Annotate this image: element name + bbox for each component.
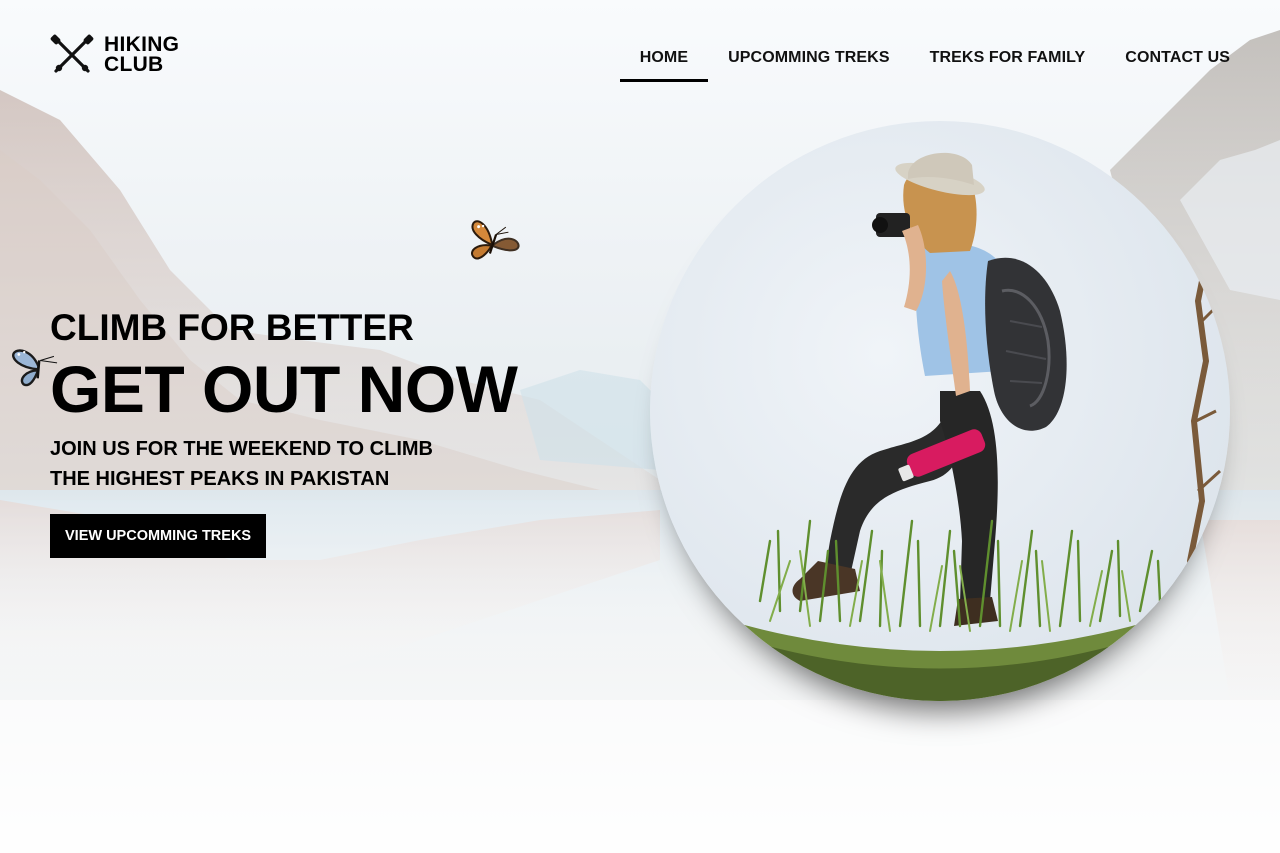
hero-subline-line-2: THE HIGHEST PEAKS IN PAKISTAN xyxy=(50,468,390,490)
butterfly-image xyxy=(471,220,520,260)
hero-headline: GET OUT NOW xyxy=(50,352,518,426)
hero-kicker: CLIMB FOR BETTER xyxy=(50,307,414,348)
brand-name: HIKING CLUB xyxy=(104,33,180,76)
nav-item-home[interactable]: HOME xyxy=(619,38,709,82)
hiking-club-logo[interactable]: HIKING CLUB xyxy=(50,33,179,77)
main-navigation: HOME UPCOMMING TREKS TREKS FOR FAMILY CO… xyxy=(619,38,1230,82)
nav-item-treks-for-family[interactable]: TREKS FOR FAMILY xyxy=(910,38,1106,82)
brand-line-1: HIKING xyxy=(104,33,180,56)
hero-section: CLIMB FOR BETTER GET OUT NOW JOIN US FOR… xyxy=(50,306,518,558)
brand-line-2: CLUB xyxy=(104,53,164,76)
hiker-photo-illustration xyxy=(710,152,1224,701)
nav-item-contact-us[interactable]: CONTACT US xyxy=(1105,38,1230,82)
hero-subline: JOIN US FOR THE WEEKEND TO CLIMB THE HIG… xyxy=(50,434,517,494)
hiker-photo xyxy=(650,121,1230,701)
crossed-trekking-poles-icon xyxy=(50,34,94,73)
nav-item-upcoming-treks[interactable]: UPCOMMING TREKS xyxy=(708,38,910,82)
view-upcoming-treks-button[interactable]: VIEW UPCOMMING TREKS xyxy=(50,514,267,558)
hero-subline-line-1: JOIN US FOR THE WEEKEND TO CLIMB xyxy=(50,438,433,460)
